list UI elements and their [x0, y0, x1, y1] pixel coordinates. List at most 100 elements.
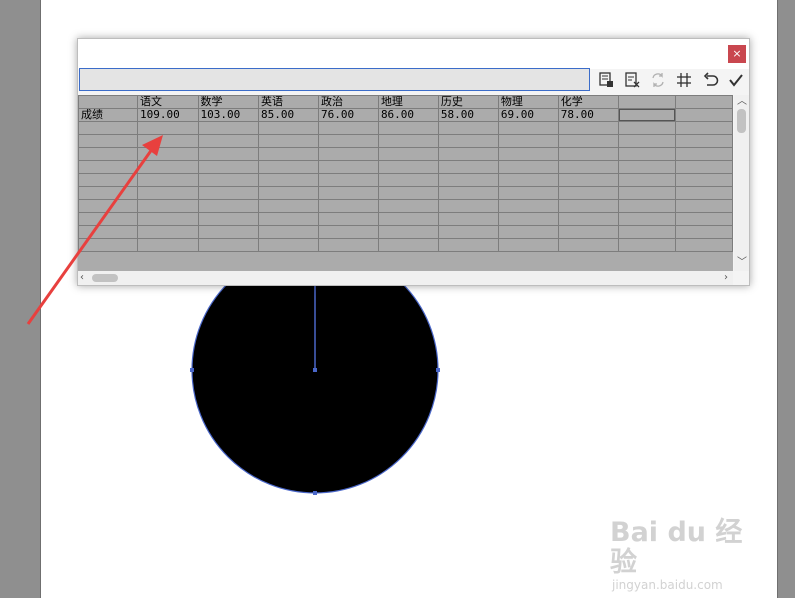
- empty-cell[interactable]: [258, 134, 319, 148]
- empty-cell[interactable]: [437, 212, 499, 226]
- data-cell[interactable]: 69.00: [497, 108, 559, 122]
- empty-cell[interactable]: [317, 225, 379, 239]
- vertical-scroll-thumb[interactable]: [737, 109, 746, 133]
- empty-cell[interactable]: [437, 160, 499, 174]
- empty-cell[interactable]: [617, 160, 676, 174]
- column-header-cell[interactable]: 历史: [437, 95, 499, 109]
- empty-cell[interactable]: [557, 147, 619, 161]
- empty-cell[interactable]: [258, 147, 319, 161]
- empty-cell[interactable]: [78, 186, 138, 200]
- empty-cell[interactable]: [317, 173, 379, 187]
- empty-cell[interactable]: [437, 186, 499, 200]
- empty-cell[interactable]: [437, 225, 499, 239]
- empty-cell[interactable]: [377, 199, 439, 213]
- empty-cell[interactable]: [317, 121, 379, 135]
- empty-cell[interactable]: [137, 186, 199, 200]
- close-button[interactable]: ×: [728, 45, 746, 63]
- empty-cell[interactable]: [674, 134, 733, 148]
- column-header-cell[interactable]: 语文: [137, 95, 199, 109]
- empty-cell[interactable]: [197, 212, 260, 226]
- data-cell[interactable]: 86.00: [377, 108, 439, 122]
- data-cell[interactable]: 103.00: [197, 108, 260, 122]
- empty-cell[interactable]: [78, 134, 138, 148]
- column-header-cell[interactable]: 英语: [258, 95, 319, 109]
- empty-cell[interactable]: [497, 121, 559, 135]
- empty-cell[interactable]: [258, 199, 319, 213]
- data-cell[interactable]: [674, 108, 733, 122]
- empty-cell[interactable]: [377, 121, 439, 135]
- empty-cell[interactable]: [617, 212, 676, 226]
- empty-cell[interactable]: [437, 121, 499, 135]
- data-cell[interactable]: 76.00: [317, 108, 379, 122]
- empty-cell[interactable]: [617, 134, 676, 148]
- empty-cell[interactable]: [258, 186, 319, 200]
- empty-cell[interactable]: [258, 212, 319, 226]
- empty-cell[interactable]: [557, 186, 619, 200]
- empty-cell[interactable]: [497, 225, 559, 239]
- empty-cell[interactable]: [78, 212, 138, 226]
- empty-cell[interactable]: [497, 147, 559, 161]
- apply-button[interactable]: [726, 70, 746, 90]
- cell-style-button[interactable]: [674, 70, 694, 90]
- selected-cell[interactable]: [617, 108, 676, 122]
- empty-cell[interactable]: [557, 134, 619, 148]
- import-data-button[interactable]: [596, 70, 616, 90]
- empty-cell[interactable]: [78, 225, 138, 239]
- empty-cell[interactable]: [674, 212, 733, 226]
- empty-cell[interactable]: [197, 238, 260, 252]
- data-cell[interactable]: 58.00: [437, 108, 499, 122]
- data-cell[interactable]: 85.00: [258, 108, 319, 122]
- scroll-up-icon[interactable]: ︿: [737, 97, 747, 107]
- empty-cell[interactable]: [617, 225, 676, 239]
- empty-cell[interactable]: [557, 199, 619, 213]
- empty-cell[interactable]: [317, 186, 379, 200]
- empty-cell[interactable]: [137, 225, 199, 239]
- empty-cell[interactable]: [137, 199, 199, 213]
- empty-cell[interactable]: [137, 212, 199, 226]
- bottom-anchor-point[interactable]: [313, 491, 317, 495]
- empty-cell[interactable]: [78, 199, 138, 213]
- empty-cell[interactable]: [78, 173, 138, 187]
- left-anchor-point[interactable]: [190, 368, 194, 372]
- column-header-cell[interactable]: [617, 95, 676, 109]
- column-header-cell[interactable]: 政治: [317, 95, 379, 109]
- data-cell[interactable]: 成绩: [78, 108, 138, 122]
- empty-cell[interactable]: [557, 173, 619, 187]
- empty-cell[interactable]: [497, 212, 559, 226]
- empty-cell[interactable]: [377, 173, 439, 187]
- empty-cell[interactable]: [674, 121, 733, 135]
- empty-cell[interactable]: [258, 160, 319, 174]
- empty-cell[interactable]: [497, 134, 559, 148]
- empty-cell[interactable]: [317, 212, 379, 226]
- empty-cell[interactable]: [557, 238, 619, 252]
- empty-cell[interactable]: [137, 173, 199, 187]
- empty-cell[interactable]: [674, 173, 733, 187]
- empty-cell[interactable]: [197, 121, 260, 135]
- empty-cell[interactable]: [497, 186, 559, 200]
- empty-cell[interactable]: [197, 173, 260, 187]
- empty-cell[interactable]: [197, 160, 260, 174]
- empty-cell[interactable]: [617, 186, 676, 200]
- empty-cell[interactable]: [377, 212, 439, 226]
- column-header-cell[interactable]: 地理: [377, 95, 439, 109]
- empty-cell[interactable]: [674, 147, 733, 161]
- empty-cell[interactable]: [137, 238, 199, 252]
- swap-xy-button[interactable]: [648, 70, 668, 90]
- empty-cell[interactable]: [258, 225, 319, 239]
- empty-cell[interactable]: [617, 147, 676, 161]
- scroll-right-icon[interactable]: ›: [724, 273, 728, 283]
- empty-cell[interactable]: [617, 121, 676, 135]
- empty-cell[interactable]: [437, 134, 499, 148]
- revert-button[interactable]: [700, 70, 720, 90]
- empty-cell[interactable]: [497, 160, 559, 174]
- empty-cell[interactable]: [317, 134, 379, 148]
- vertical-scrollbar[interactable]: ︿ ﹀: [734, 95, 749, 271]
- empty-cell[interactable]: [557, 160, 619, 174]
- empty-cell[interactable]: [258, 173, 319, 187]
- transpose-button[interactable]: [622, 70, 642, 90]
- column-header-cell[interactable]: 数学: [197, 95, 260, 109]
- horizontal-scrollbar[interactable]: ‹ ›: [78, 271, 733, 285]
- empty-cell[interactable]: [674, 186, 733, 200]
- empty-cell[interactable]: [617, 238, 676, 252]
- empty-cell[interactable]: [377, 160, 439, 174]
